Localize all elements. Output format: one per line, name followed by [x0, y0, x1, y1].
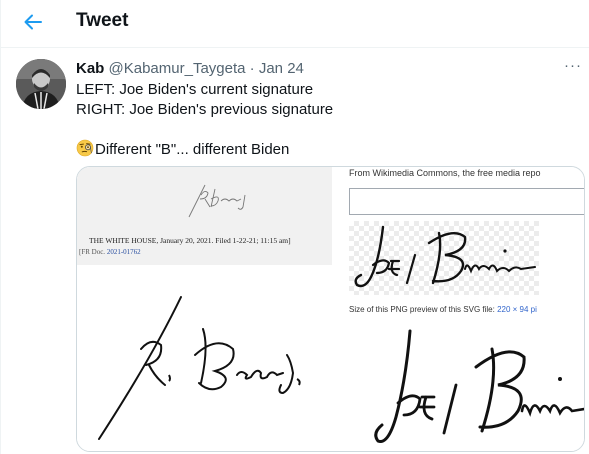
tweet-line-text: Different "B"... different Biden: [95, 140, 290, 158]
tweet-media[interactable]: THE WHITE HOUSE, January 20, 2021. Filed…: [76, 166, 585, 452]
size-text-prefix: Size of this PNG preview of this SVG fil…: [349, 305, 498, 314]
tweet-text: LEFT: Joe Biden's current signature RIGH…: [76, 80, 576, 159]
tweet-line: Different "B"... different Biden: [76, 139, 576, 160]
tweet-line: RIGHT: Joe Biden's previous signature: [76, 100, 334, 118]
federal-register-excerpt: THE WHITE HOUSE, January 20, 2021. Filed…: [77, 167, 332, 265]
page-title: Tweet: [76, 10, 129, 31]
more-options-button[interactable]: ···: [562, 57, 584, 77]
previous-signature-small-graphic: [354, 225, 536, 288]
page-header: Tweet: [0, 0, 589, 48]
author-handle[interactable]: @Kabamur_Taygeta: [109, 60, 246, 77]
wikimedia-search-bar: [349, 188, 584, 215]
previous-signature-large-graphic: [374, 329, 584, 443]
tweet-date[interactable]: Jan 24: [259, 60, 304, 77]
meta-separator: ·: [249, 60, 255, 77]
avatar[interactable]: [16, 59, 66, 109]
column-border: [0, 0, 1, 454]
wikimedia-header: From Wikimedia Commons, the free media r…: [349, 168, 541, 178]
small-signature-graphic: [188, 184, 246, 218]
author-name[interactable]: Kab: [76, 60, 104, 77]
tweet-meta: Kab @Kabamur_Taygeta · Jan 24: [76, 60, 304, 77]
back-button[interactable]: [16, 8, 50, 36]
previous-signature-image[interactable]: From Wikimedia Commons, the free media r…: [332, 167, 584, 451]
document-line: THE WHITE HOUSE, January 20, 2021. Filed…: [89, 236, 291, 245]
document-reference-prefix: [FR Doc.: [79, 248, 107, 256]
current-signature-graphic: [98, 296, 301, 440]
back-arrow-icon: [24, 14, 42, 30]
monocle-face-icon: [76, 139, 94, 156]
document-reference: [FR Doc. 2021-01762: [79, 248, 141, 256]
png-preview-size-text: Size of this PNG preview of this SVG fil…: [349, 305, 537, 314]
document-reference-link: 2021-01762: [106, 248, 141, 256]
size-link: 220 × 94 pi: [497, 305, 537, 314]
tweet-line: LEFT: Joe Biden's current signature: [76, 81, 314, 98]
current-signature-image[interactable]: THE WHITE HOUSE, January 20, 2021. Filed…: [77, 167, 332, 451]
